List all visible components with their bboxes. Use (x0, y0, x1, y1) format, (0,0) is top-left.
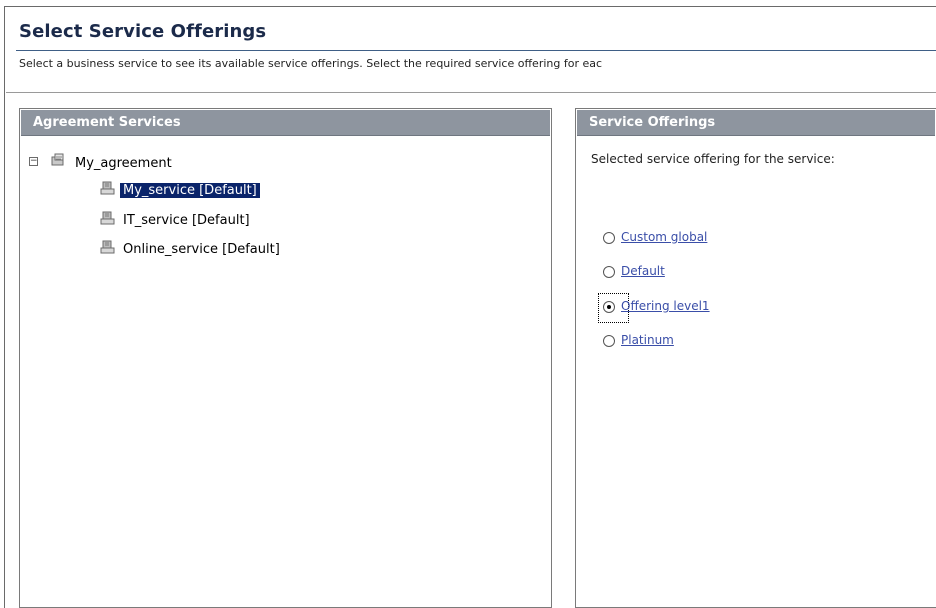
section-divider (6, 92, 936, 93)
tree-node-online-service[interactable]: Online_service [Default] (120, 241, 283, 259)
agreement-icon (51, 153, 64, 166)
tree-node-label: My_agreement (75, 156, 172, 171)
service-icon (100, 211, 115, 225)
tree-node-label: My_service [Default] (120, 183, 260, 198)
page-title: Select Service Offerings (19, 21, 267, 42)
offering-link[interactable]: Custom global (621, 230, 707, 244)
offering-link[interactable]: Platinum (621, 333, 674, 347)
agreement-services-header: Agreement Services (21, 110, 550, 136)
title-divider (16, 50, 936, 51)
tree-node-label: IT_service [Default] (123, 213, 250, 228)
tree-node-my-service[interactable]: My_service [Default] (120, 182, 260, 200)
radio-button[interactable] (603, 232, 615, 244)
instructions-text: Select a business service to see its ava… (19, 57, 603, 70)
tree-node-my-agreement[interactable]: My_agreement (72, 155, 175, 173)
service-icon (100, 240, 115, 254)
offering-link[interactable]: Offering level1 (621, 299, 710, 313)
tree-node-label: Online_service [Default] (123, 242, 280, 257)
service-offerings-panel: Service Offerings (575, 108, 936, 608)
service-icon (100, 181, 115, 195)
agreement-services-panel: Agreement Services (19, 108, 552, 608)
collapse-icon[interactable]: − (29, 157, 38, 166)
radio-button[interactable] (603, 301, 615, 313)
service-offerings-header: Service Offerings (577, 110, 935, 136)
radio-button[interactable] (603, 335, 615, 347)
offering-caption: Selected service offering for the servic… (591, 152, 835, 166)
tree-node-it-service[interactable]: IT_service [Default] (120, 212, 253, 230)
radio-button[interactable] (603, 266, 615, 278)
offering-link[interactable]: Default (621, 264, 665, 278)
